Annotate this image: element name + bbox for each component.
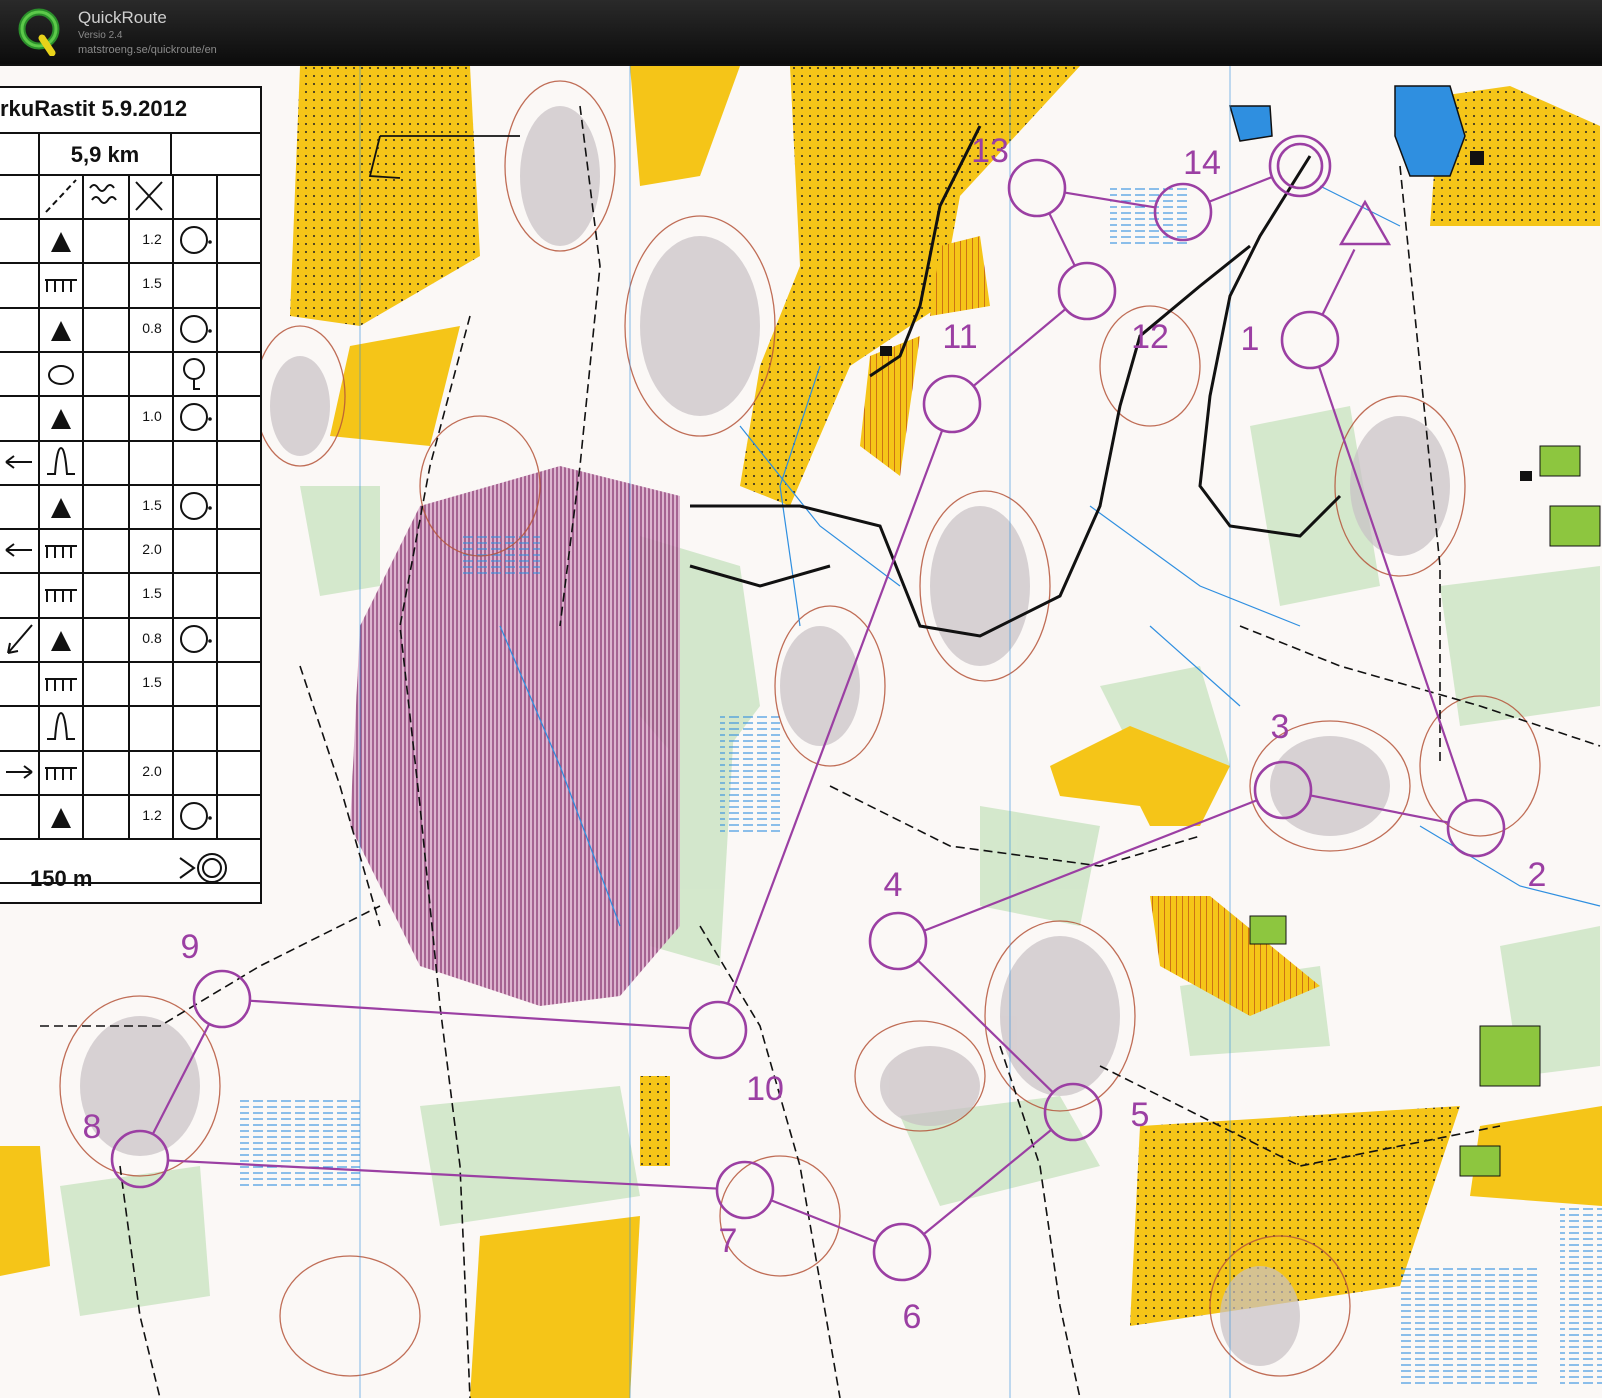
control-number: 1 bbox=[1241, 320, 1260, 358]
control-number: 9 bbox=[181, 928, 200, 966]
grid-line bbox=[170, 132, 172, 174]
feature-symbol-icon bbox=[40, 572, 82, 621]
quickroute-logo-icon bbox=[18, 8, 60, 56]
app-url[interactable]: matstroeng.se/quickroute/en bbox=[78, 44, 217, 56]
direction-arrow-icon bbox=[2, 617, 36, 666]
feature-symbol-icon bbox=[40, 661, 82, 710]
event-title: rkuRastit 5.9.2012 bbox=[0, 96, 188, 121]
location-symbol-icon bbox=[174, 351, 216, 400]
app-header: QuickRoute Versio 2.4 matstroeng.se/quic… bbox=[0, 0, 1602, 64]
direction-arrow-icon bbox=[2, 528, 36, 577]
location-symbol-icon bbox=[174, 617, 216, 666]
feature-symbol-icon bbox=[40, 705, 82, 754]
control-number: 11 bbox=[942, 318, 977, 356]
row-distance: 1.5 bbox=[142, 674, 162, 690]
feature-symbol-icon bbox=[40, 218, 82, 267]
row-distance: 1.5 bbox=[142, 496, 162, 513]
location-symbol-icon bbox=[174, 395, 216, 444]
row-distance: 2.0 bbox=[142, 541, 162, 558]
row-distance: 1.2 bbox=[142, 806, 162, 823]
location-symbol-icon bbox=[174, 794, 216, 843]
feature-symbol-icon bbox=[40, 262, 82, 311]
row-distance: 1.5 bbox=[142, 275, 162, 292]
finish-distance: 150 m bbox=[30, 866, 93, 891]
control-number: 12 bbox=[1131, 318, 1169, 356]
control-description-sheet: rkuRastit 5.9.2012 5,9 km 1.2 1.5 0.8 1.0 1.… bbox=[0, 86, 262, 904]
control-number: 8 bbox=[83, 1108, 102, 1146]
location-symbol-icon bbox=[174, 218, 216, 267]
control-number: 6 bbox=[903, 1298, 922, 1336]
feature-symbol-icon bbox=[40, 750, 82, 799]
row-distance: 1.5 bbox=[142, 585, 162, 602]
location-symbol-icon bbox=[174, 484, 216, 533]
control-number: 3 bbox=[1271, 708, 1290, 746]
finish-symbol-icon bbox=[179, 853, 227, 883]
feature-symbol-icon bbox=[40, 484, 82, 533]
course-length: 5,9 km bbox=[70, 142, 140, 167]
row-distance: 1.2 bbox=[142, 231, 162, 247]
grid-line bbox=[38, 132, 40, 174]
feature-symbol-icon bbox=[40, 617, 82, 666]
header-symbols bbox=[38, 174, 178, 223]
row-distance: 0.8 bbox=[142, 629, 162, 646]
control-number: 13 bbox=[971, 132, 1009, 170]
control-number: 4 bbox=[884, 866, 903, 904]
feature-symbol-icon bbox=[40, 307, 82, 356]
direction-arrow-icon bbox=[2, 750, 36, 799]
direction-arrow-icon bbox=[2, 440, 36, 489]
grid-line bbox=[82, 174, 84, 839]
control-number: 7 bbox=[719, 1222, 738, 1260]
feature-symbol-icon bbox=[40, 794, 82, 843]
row-distance: 0.8 bbox=[142, 319, 162, 336]
control-number: 14 bbox=[1183, 144, 1221, 182]
location-symbol-icon bbox=[174, 307, 216, 356]
app-version: Versio 2.4 bbox=[78, 30, 123, 41]
control-number: 10 bbox=[746, 1070, 784, 1108]
feature-symbol-icon bbox=[40, 395, 82, 444]
app-title: QuickRoute bbox=[78, 8, 167, 27]
control-number: 2 bbox=[1528, 856, 1547, 894]
row-distance: 2.0 bbox=[142, 762, 162, 779]
feature-symbol-icon bbox=[40, 440, 82, 489]
feature-symbol-icon bbox=[40, 528, 82, 577]
grid-line bbox=[216, 174, 218, 839]
control-number: 5 bbox=[1131, 1096, 1150, 1134]
row-distance: 1.0 bbox=[142, 408, 162, 425]
feature-symbol-icon bbox=[40, 351, 82, 400]
